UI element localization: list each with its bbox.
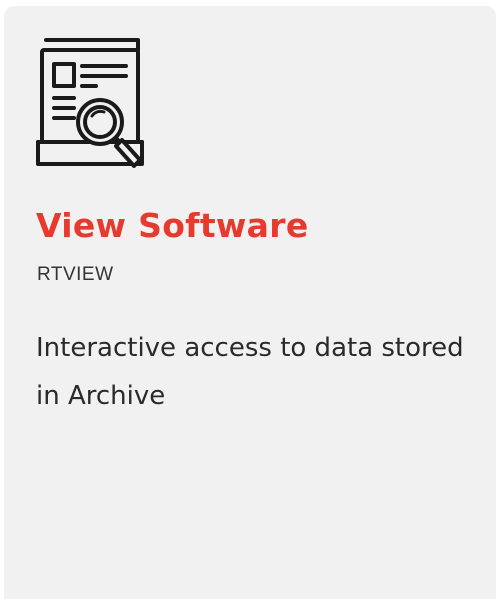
view-software-card[interactable]: View Software RTVIEW Interactive access … [4,6,496,599]
document-search-icon [34,36,158,176]
card-subtitle: RTVIEW [37,264,114,285]
card-description: Interactive access to data stored in Arc… [36,333,464,411]
card-title: View Software [36,206,309,245]
